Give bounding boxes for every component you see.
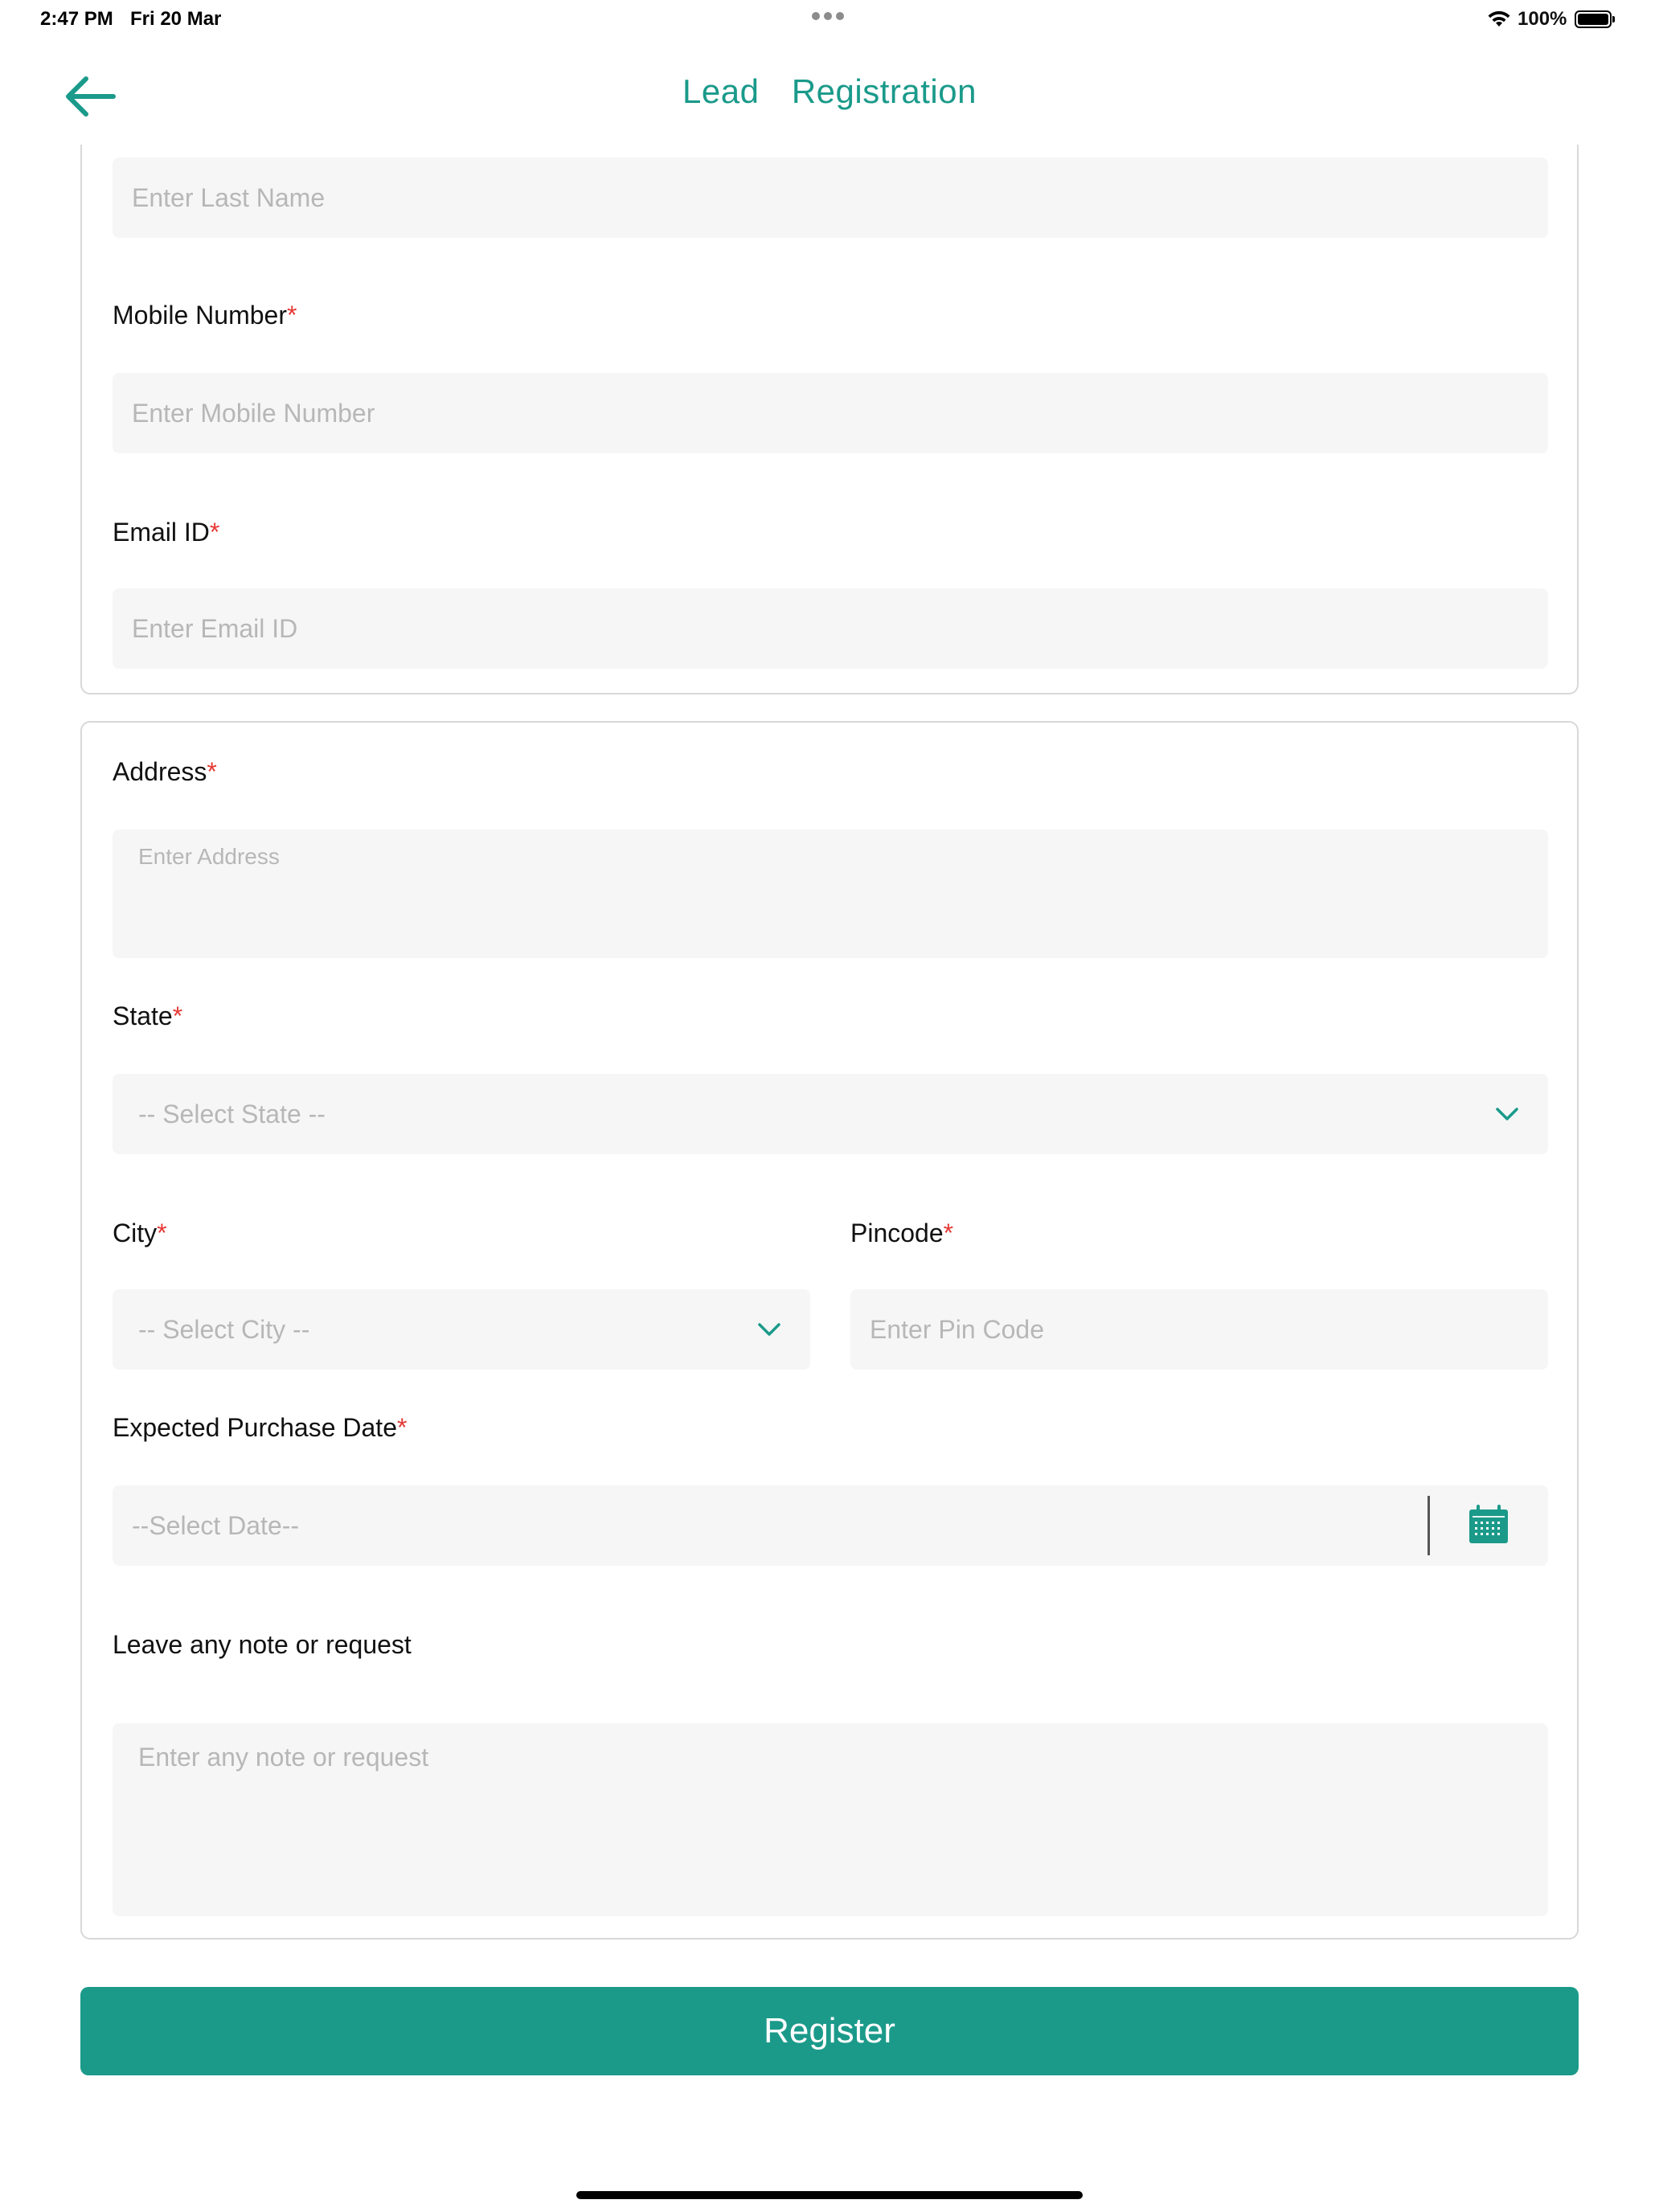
pincode-label: Pincode* (850, 1219, 953, 1248)
page-title: Lead Registration (682, 72, 977, 110)
last-name-input[interactable] (113, 158, 1548, 238)
required-mark: * (172, 1002, 183, 1030)
note-label: Leave any note or request (113, 1630, 412, 1659)
status-right: 100% (1487, 8, 1616, 31)
purchase-date-field (113, 1485, 1548, 1566)
mobile-label: Mobile Number* (113, 301, 297, 330)
multitasking-dots-icon[interactable] (812, 10, 848, 24)
battery-icon (1575, 10, 1616, 28)
required-mark: * (396, 1413, 408, 1442)
mobile-label-text: Mobile Number (113, 301, 287, 330)
email-input[interactable] (113, 588, 1548, 669)
calendar-icon (1469, 1505, 1508, 1543)
mobile-input[interactable] (113, 373, 1548, 453)
email-label: Email ID* (113, 518, 219, 547)
status-date: Fri 20 Mar (130, 8, 222, 30)
required-mark: * (943, 1219, 954, 1247)
pincode-input[interactable] (850, 1289, 1548, 1370)
address-input[interactable] (113, 830, 1548, 958)
city-select-value: -- Select City -- (138, 1314, 310, 1344)
date-divider (1428, 1496, 1430, 1555)
state-label: State* (113, 1002, 182, 1031)
required-mark: * (157, 1219, 167, 1247)
calendar-button[interactable] (1468, 1503, 1509, 1549)
state-label-text: State (113, 1002, 173, 1030)
required-mark: * (209, 518, 220, 547)
city-label-text: City (113, 1219, 158, 1247)
register-button[interactable]: Register (80, 1987, 1579, 2075)
email-label-text: Email ID (113, 518, 210, 547)
state-select[interactable]: -- Select State -- (113, 1074, 1548, 1154)
address-label-text: Address (113, 757, 207, 786)
city-label: City* (113, 1219, 167, 1248)
chevron-down-icon (758, 1323, 780, 1336)
wifi-icon (1488, 10, 1510, 27)
state-select-value: -- Select State -- (138, 1099, 326, 1129)
pincode-label-text: Pincode (850, 1219, 944, 1247)
purchase-date-label-text: Expected Purchase Date (113, 1413, 397, 1442)
chevron-down-icon (1496, 1108, 1518, 1120)
status-time: 2:47 PM (40, 8, 113, 30)
purchase-date-label: Expected Purchase Date* (113, 1413, 407, 1443)
address-label: Address* (113, 757, 217, 787)
required-mark: * (207, 757, 217, 786)
required-mark: * (286, 301, 297, 330)
city-select[interactable]: -- Select City -- (113, 1289, 810, 1370)
home-indicator[interactable] (576, 2191, 1083, 2199)
battery-percent: 100% (1518, 8, 1567, 30)
purchase-date-input[interactable] (113, 1485, 1548, 1566)
note-input[interactable] (113, 1723, 1548, 1916)
